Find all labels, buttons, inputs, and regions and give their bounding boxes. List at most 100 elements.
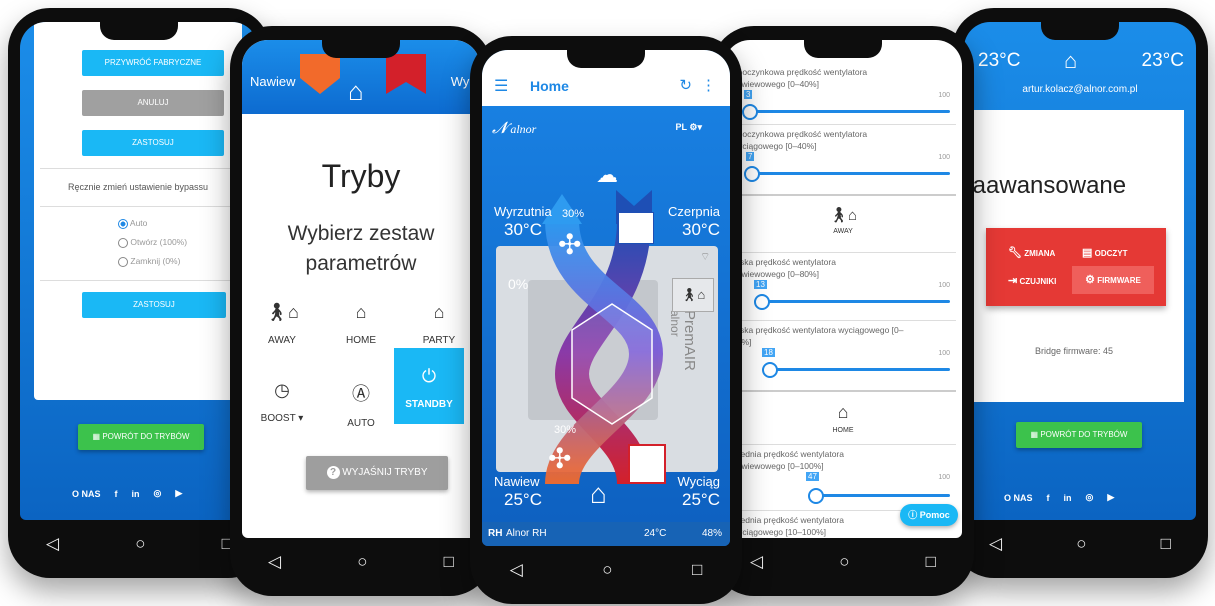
back-nav-icon[interactable]: ◁ — [268, 552, 281, 572]
home-nav-icon[interactable]: ○ — [839, 552, 849, 572]
youtube-icon[interactable]: ▶ — [175, 488, 182, 499]
back-nav-icon[interactable]: ◁ — [46, 534, 59, 554]
back-nav-icon[interactable]: ◁ — [750, 552, 763, 572]
cancel-button[interactable]: ANULUJ — [82, 90, 224, 116]
help-label: Pomoc — [919, 510, 950, 520]
menu-read[interactable]: ▤ ODCZYT — [1082, 246, 1128, 259]
explain-label: WYJAŚNIJ TRYBY — [342, 467, 428, 478]
slider-knob[interactable] — [762, 362, 778, 378]
nawiew-temp: 25°C — [504, 490, 542, 509]
menu-firmware[interactable]: ⚙ FIRMWARE — [1072, 266, 1154, 294]
phone-notch — [322, 38, 400, 58]
about-link[interactable]: O NAS — [72, 489, 101, 499]
mode-auto[interactable]: Ⓐ AUTO — [326, 380, 396, 429]
about-link[interactable]: O NAS — [1004, 493, 1033, 503]
mode-boost[interactable]: ◷ BOOST ▾ — [247, 380, 317, 424]
recents-nav-icon[interactable]: □ — [926, 552, 936, 572]
exhaust-arrow-icon — [386, 54, 426, 94]
away-label: AWAY — [833, 228, 853, 235]
phone-modes: Nawiew Wycia ⌂ Tryby Wybierz zestaw para… — [230, 26, 492, 596]
slider-knob[interactable] — [808, 488, 824, 504]
slider-track[interactable] — [762, 368, 950, 371]
brand-logo: 𝓝 alnor — [492, 120, 536, 138]
intake-label: Czerpnia — [667, 204, 720, 219]
android-navbar: ◁ ○ □ — [712, 542, 974, 582]
instagram-icon[interactable]: ◎ — [154, 488, 162, 499]
mode-label: HOME — [346, 335, 376, 346]
device-model: PremAIR — [681, 310, 698, 371]
slider-label: Spoczynkowa prędkość wentylatora wyciągo… — [732, 129, 868, 151]
language-select[interactable]: PL ⚙▾ — [676, 122, 702, 133]
factory-reset-button[interactable]: PRZYWRÓĆ FABRYCZNE — [82, 50, 224, 76]
mode-away[interactable]: 🚶︎⌂ AWAY — [247, 302, 317, 346]
supply-arrow-icon — [300, 54, 340, 94]
brand-name: alnor — [510, 122, 537, 136]
footer: O NAS f in ◎ ▶ — [1004, 492, 1114, 503]
message-icon: ▤ — [1082, 247, 1093, 259]
mode-party[interactable]: ⌂ PARTY — [404, 302, 474, 346]
lang-label: PL — [675, 122, 687, 132]
slider-knob[interactable] — [744, 166, 760, 182]
back-to-modes-button[interactable]: ▦ POWRÓT DO TRYBÓW — [78, 424, 204, 450]
facebook-icon[interactable]: f — [1047, 493, 1050, 503]
mode-label: AUTO — [347, 418, 375, 429]
slider-track[interactable] — [812, 494, 950, 497]
back-nav-icon[interactable]: ◁ — [989, 534, 1002, 554]
apply-button[interactable]: ZASTOSUJ — [82, 130, 224, 156]
room-humidity: 48% — [701, 528, 722, 539]
power-icon: ⏻ — [421, 366, 437, 386]
instagram-icon[interactable]: ◎ — [1086, 492, 1094, 503]
recents-nav-icon[interactable]: □ — [1161, 534, 1171, 554]
slider-idle-exhaust: Spoczynkowa prędkość wentylatora wyciągo… — [732, 128, 954, 184]
back-nav-icon[interactable]: ◁ — [510, 560, 523, 580]
menu-icon[interactable]: ☰ — [494, 76, 508, 96]
mode-standby[interactable]: ⏻ STANDBY — [394, 348, 464, 424]
slider-track[interactable] — [754, 300, 950, 303]
divider — [730, 252, 956, 253]
recents-nav-icon[interactable]: □ — [444, 552, 454, 572]
home-nav-icon[interactable]: ○ — [135, 534, 145, 554]
section-divider — [730, 390, 956, 392]
house-icon: ⌂ — [590, 478, 607, 509]
radio-icon — [118, 237, 128, 248]
home-nav-icon[interactable]: ○ — [357, 552, 367, 572]
home-nav-icon[interactable]: ○ — [602, 560, 612, 580]
linkedin-icon[interactable]: in — [132, 489, 140, 499]
radio-auto[interactable]: Auto — [118, 218, 147, 229]
radio-label: Otwórz (100%) — [130, 237, 188, 247]
linkedin-icon[interactable]: in — [1064, 493, 1072, 503]
apply-bypass-button[interactable]: ZASTOSUJ — [82, 292, 226, 318]
menu-sensors[interactable]: ⇥ CZUJNIKI — [1008, 274, 1056, 287]
intake-filter-icon — [618, 212, 654, 244]
youtube-icon[interactable]: ▶ — [1107, 492, 1114, 503]
divider — [730, 320, 956, 321]
recents-nav-icon[interactable]: □ — [692, 560, 702, 580]
rh-badge: RH — [488, 528, 503, 539]
more-icon[interactable]: ⋮ — [701, 76, 716, 94]
temp-right: 23°C — [1141, 50, 1184, 71]
slider-knob[interactable] — [742, 104, 758, 120]
exchanger-hex — [571, 303, 653, 425]
phone-notch — [804, 38, 882, 58]
away-section: 🚶︎⌂ AWAY — [724, 206, 962, 235]
slider-track[interactable] — [742, 110, 950, 113]
help-button[interactable]: ⓘ Pomoc — [900, 504, 958, 526]
back-to-modes-button[interactable]: ▦ POWRÓT DO TRYBÓW — [1016, 422, 1142, 448]
max-label: 100 — [938, 92, 950, 99]
wifi-icon: ⌔ — [700, 251, 711, 263]
slider-track[interactable] — [744, 172, 950, 175]
menu-change[interactable]: 🔧︎ ZMIANA — [1008, 246, 1055, 259]
explain-modes-button[interactable]: ? WYJAŚNIJ TRYBY — [306, 456, 448, 490]
radio-close[interactable]: Zamknij (0%) — [118, 256, 180, 267]
mode-home[interactable]: ⌂ HOME — [326, 302, 396, 346]
facebook-icon[interactable]: f — [115, 489, 118, 499]
away-icon: 🚶︎⌂ — [265, 302, 299, 322]
chip-icon: ⚙ — [1085, 274, 1096, 286]
slider-idle-supply: Spoczynkowa prędkość wentylatora nawiewo… — [732, 66, 954, 122]
slider-knob[interactable] — [754, 294, 770, 310]
radio-open[interactable]: Otwórz (100%) — [118, 237, 187, 248]
home-nav-icon[interactable]: ○ — [1076, 534, 1086, 554]
refresh-icon[interactable]: ↻ — [679, 76, 692, 94]
android-navbar: ◁ ○ □ — [230, 542, 492, 582]
phone-home: ☰ Home ↻ ⋮ 𝓝 alnor PL ⚙▾ alnor PremAIR 0… — [470, 36, 742, 604]
